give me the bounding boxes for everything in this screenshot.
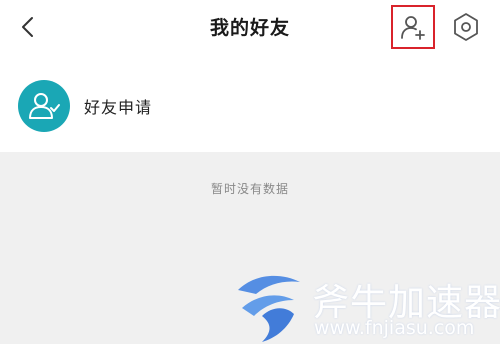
settings-button[interactable] (450, 10, 482, 44)
friend-request-row[interactable]: 好友申请 (0, 54, 500, 152)
watermark-logo-icon (238, 275, 300, 342)
watermark: 斧牛加速器 www.fnjiasu.com (232, 268, 500, 344)
hexagon-settings-icon (454, 13, 478, 41)
friend-request-avatar (18, 80, 70, 132)
watermark-url: www.fnjiasu.com (314, 317, 475, 339)
add-friend-button[interactable] (391, 5, 435, 49)
top-bar: 我的好友 (0, 0, 500, 54)
user-add-icon (401, 16, 425, 40)
empty-state-text: 暂时没有数据 (210, 182, 289, 196)
friend-request-label: 好友申请 (84, 98, 153, 117)
user-check-icon (29, 93, 60, 119)
